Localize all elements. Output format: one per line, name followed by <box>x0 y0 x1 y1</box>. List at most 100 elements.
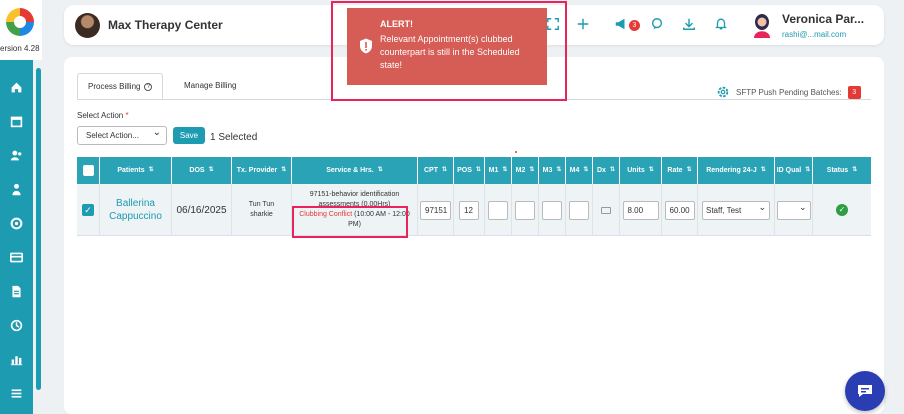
rate-input[interactable]: 60.00 <box>664 200 695 220</box>
help-icon[interactable]: ? <box>144 82 153 91</box>
td-dos: 06/16/2025 <box>172 184 232 236</box>
bell-icon[interactable] <box>714 17 728 31</box>
add-icon[interactable] <box>576 17 590 31</box>
credit-card-icon <box>10 252 23 262</box>
th-cpt[interactable]: CPT ⇅ <box>418 157 454 184</box>
sftp-pending[interactable]: SFTP Push Pending Batches: 3 <box>716 85 861 99</box>
m4-input[interactable] <box>569 200 589 220</box>
status-check-icon: ✓ <box>836 204 848 216</box>
save-button[interactable]: Save <box>173 127 205 144</box>
sidebar-item-staff[interactable] <box>0 172 33 206</box>
sidebar-item-analytics[interactable] <box>0 342 33 376</box>
sidebar-item-home[interactable] <box>0 70 33 104</box>
megaphone-icon[interactable] <box>614 17 628 31</box>
th-units[interactable]: Units ⇅ <box>620 157 662 184</box>
td-m3 <box>539 184 566 236</box>
td-id-qual <box>775 184 813 236</box>
shield-alert-icon <box>360 38 372 54</box>
th-status[interactable]: Status ⇅ <box>813 157 871 184</box>
selected-count: 1 Selected <box>210 132 258 143</box>
document-icon <box>12 285 21 297</box>
td-m2 <box>512 184 539 236</box>
tab-process-billing[interactable]: Process Billing? <box>77 73 164 99</box>
staff-icon <box>12 183 21 195</box>
select-action-label: Select Action * <box>77 111 129 120</box>
th-dx[interactable]: Dx ⇅ <box>593 157 620 184</box>
user-avatar[interactable] <box>752 13 772 38</box>
home-icon <box>11 82 22 92</box>
users-icon <box>10 150 22 160</box>
hamburger-menu-icon <box>11 388 22 398</box>
th-tx-provider[interactable]: Tx. Provider ⇅ <box>232 157 292 184</box>
select-action-dropdown[interactable]: Select Action... <box>77 124 167 145</box>
billing-card: Process Billing? Manage Billing SFTP Pus… <box>64 57 884 414</box>
alert-message: Relevant Appointment(s) clubbed counterp… <box>380 34 520 70</box>
rendering-select[interactable]: Staff, Test <box>702 199 770 220</box>
sidebar-item-calendar[interactable] <box>0 104 33 138</box>
units-input[interactable]: 8.00 <box>622 200 659 220</box>
org-name[interactable]: Max Therapy Center <box>108 18 223 32</box>
dx-card-icon[interactable] <box>601 206 611 214</box>
patient-link[interactable]: Ballerina Cappuccino <box>100 197 171 223</box>
m2-input[interactable] <box>515 200 535 220</box>
sidebar <box>0 0 33 414</box>
conflict-highlight <box>292 206 408 238</box>
sidebar-item-support[interactable] <box>0 206 33 240</box>
tab-manage-billing[interactable]: Manage Billing <box>174 73 246 99</box>
calendar-icon <box>10 116 23 127</box>
lifebuoy-icon <box>10 217 23 229</box>
td-m1 <box>485 184 512 236</box>
row-checkbox[interactable]: ✓ <box>82 204 94 216</box>
th-m2[interactable]: M2 ⇅ <box>512 157 539 184</box>
sftp-label: SFTP Push Pending Batches: <box>736 87 842 97</box>
th-rate[interactable]: Rate ⇅ <box>662 157 698 184</box>
sidebar-item-reports[interactable] <box>0 274 33 308</box>
table-header: Patients ⇅ DOS ⇅ Tx. Provider ⇅ Service & H… <box>77 157 871 184</box>
td-patient: Ballerina Cappuccino <box>100 184 172 236</box>
sidebar-item-billing[interactable] <box>0 240 33 274</box>
th-service-hrs[interactable]: Service & Hrs. ⇅ <box>292 157 418 184</box>
tab-label: Manage Billing <box>184 81 237 90</box>
tab-label: Process Billing <box>88 82 141 91</box>
user-name[interactable]: Veronica Par... <box>782 12 864 26</box>
pos-input[interactable]: 12 <box>459 200 479 220</box>
sidebar-scrollbar[interactable] <box>36 68 41 390</box>
th-id-qual[interactable]: ID Qual ⇅ <box>775 157 813 184</box>
download-icon[interactable] <box>682 17 696 31</box>
m1-input[interactable] <box>488 200 508 220</box>
td-status: ✓ <box>813 184 871 236</box>
id-qual-select[interactable] <box>776 199 811 220</box>
th-rendering[interactable]: Rendering 24-J ⇅ <box>698 157 775 184</box>
chat-support-button[interactable] <box>845 371 885 411</box>
td-pos: 12 <box>454 184 485 236</box>
sidebar-item-timesheets[interactable] <box>0 308 33 342</box>
th-patients[interactable]: Patients ⇅ <box>100 157 172 184</box>
org-avatar[interactable] <box>75 13 100 38</box>
cpt-input[interactable]: 97151 <box>420 200 451 220</box>
sidebar-item-clients[interactable] <box>0 138 33 172</box>
td-units: 8.00 <box>620 184 662 236</box>
row-select-cell[interactable]: ✓ <box>77 184 100 236</box>
gear-icon <box>717 86 729 98</box>
th-dos[interactable]: DOS ⇅ <box>172 157 232 184</box>
table-row: ✓ Ballerina Cappuccino 06/16/2025 Tun Tu… <box>77 184 871 236</box>
td-rate: 60.00 <box>662 184 698 236</box>
td-m4 <box>566 184 593 236</box>
clock-icon <box>10 319 23 331</box>
app-logo <box>6 8 34 36</box>
select-all-cell[interactable] <box>77 157 100 184</box>
th-m3[interactable]: M3 ⇅ <box>539 157 566 184</box>
logo-area[interactable]: ersion 4.28 <box>0 0 42 60</box>
td-rendering: Staff, Test <box>698 184 775 236</box>
select-all-checkbox[interactable] <box>82 165 94 176</box>
alert-title: ALERT! <box>380 19 413 29</box>
chat-bubble-icon[interactable] <box>650 17 664 31</box>
td-cpt: 97151 <box>418 184 454 236</box>
sidebar-item-menu[interactable] <box>0 376 33 410</box>
th-pos[interactable]: POS ⇅ <box>454 157 485 184</box>
td-provider: Tun Tun sharkie <box>232 184 292 236</box>
th-m4[interactable]: M4 ⇅ <box>566 157 593 184</box>
th-m1[interactable]: M1 ⇅ <box>485 157 512 184</box>
m3-input[interactable] <box>542 200 562 220</box>
required-dot <box>515 151 517 153</box>
